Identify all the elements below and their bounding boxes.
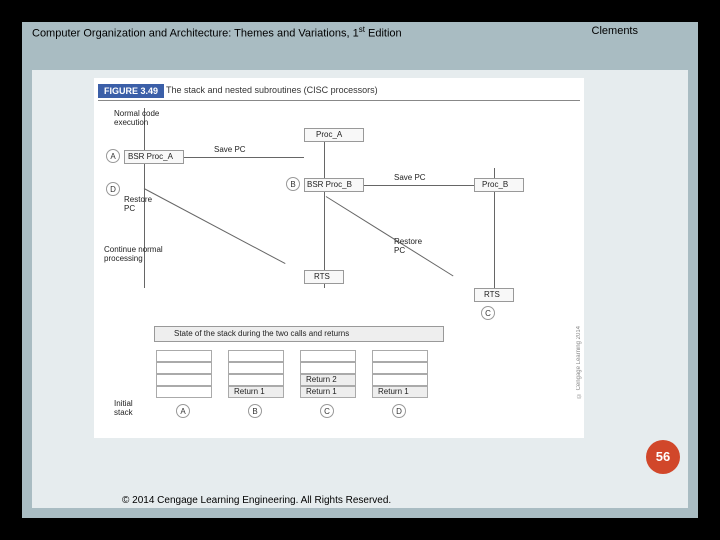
marker-a-top: A: [106, 149, 120, 163]
marker-b-top: B: [286, 177, 300, 191]
stackD-ret1: Return 1: [378, 388, 409, 397]
marker-d-bottom: D: [392, 404, 406, 418]
stackD-2: [372, 362, 428, 374]
bsr-b-text: BSR Proc_B: [307, 181, 352, 190]
stackC-ret2: Return 2: [306, 376, 337, 385]
slide-header: Computer Organization and Architecture: …: [22, 22, 698, 40]
a-to-proca-line: [184, 157, 304, 158]
stackD-3: [372, 374, 428, 386]
copyright-footer: © 2014 Cengage Learning Engineering. All…: [122, 495, 391, 506]
marker-c-bottom: C: [320, 404, 334, 418]
stackC-ret1: Return 1: [306, 388, 337, 397]
rts-to-d-line: [144, 188, 286, 264]
proc-a-text: Proc_A: [316, 131, 342, 140]
rts-a-text: RTS: [314, 273, 330, 282]
stackB-3: [228, 374, 284, 386]
continue-label: Continue normal processing: [104, 246, 163, 264]
stackA-3: [156, 374, 212, 386]
bsr-a-text: BSR Proc_A: [128, 153, 173, 162]
marker-a-bottom: A: [176, 404, 190, 418]
slide-frame: Computer Organization and Architecture: …: [22, 22, 698, 518]
rts-b-text: RTS: [484, 291, 500, 300]
figure-label: FIGURE 3.49: [98, 84, 164, 98]
figure-credit: © Cengage Learning 2014: [576, 326, 582, 398]
stackA-1: [156, 350, 212, 362]
author-name: Clements: [592, 25, 638, 37]
page-number-badge: 56: [646, 440, 680, 474]
stack-header-text: State of the stack during the two calls …: [174, 330, 349, 339]
figure-caption: The stack and nested subroutines (CISC p…: [166, 85, 378, 95]
marker-c-top: C: [481, 306, 495, 320]
restore-pc-2: Restore PC: [394, 238, 422, 256]
book-title-post: Edition: [365, 28, 402, 40]
marker-b-bottom: B: [248, 404, 262, 418]
save-pc-2: Save PC: [394, 174, 426, 183]
marker-d-top: D: [106, 182, 120, 196]
figure-container: FIGURE 3.49 The stack and nested subrout…: [94, 78, 584, 438]
stackC-2: [300, 362, 356, 374]
stackA-4: [156, 386, 212, 398]
save-pc-1: Save PC: [214, 146, 246, 155]
b-to-procb-line: [364, 185, 474, 186]
figure-rule: [98, 100, 580, 101]
stackB-ret1: Return 1: [234, 388, 265, 397]
stackC-1: [300, 350, 356, 362]
normal-code-label: Normal code execution: [114, 110, 159, 128]
book-title-pre: Computer Organization and Architecture: …: [32, 28, 359, 40]
stackB-2: [228, 362, 284, 374]
restore-pc-1: Restore PC: [124, 196, 152, 214]
stackD-1: [372, 350, 428, 362]
proc-b-text: Proc_B: [482, 181, 508, 190]
stackB-1: [228, 350, 284, 362]
rts-to-b-line: [326, 196, 454, 276]
col2-line: [324, 128, 325, 288]
stackA-2: [156, 362, 212, 374]
initial-stack-label: Initial stack: [114, 400, 133, 418]
